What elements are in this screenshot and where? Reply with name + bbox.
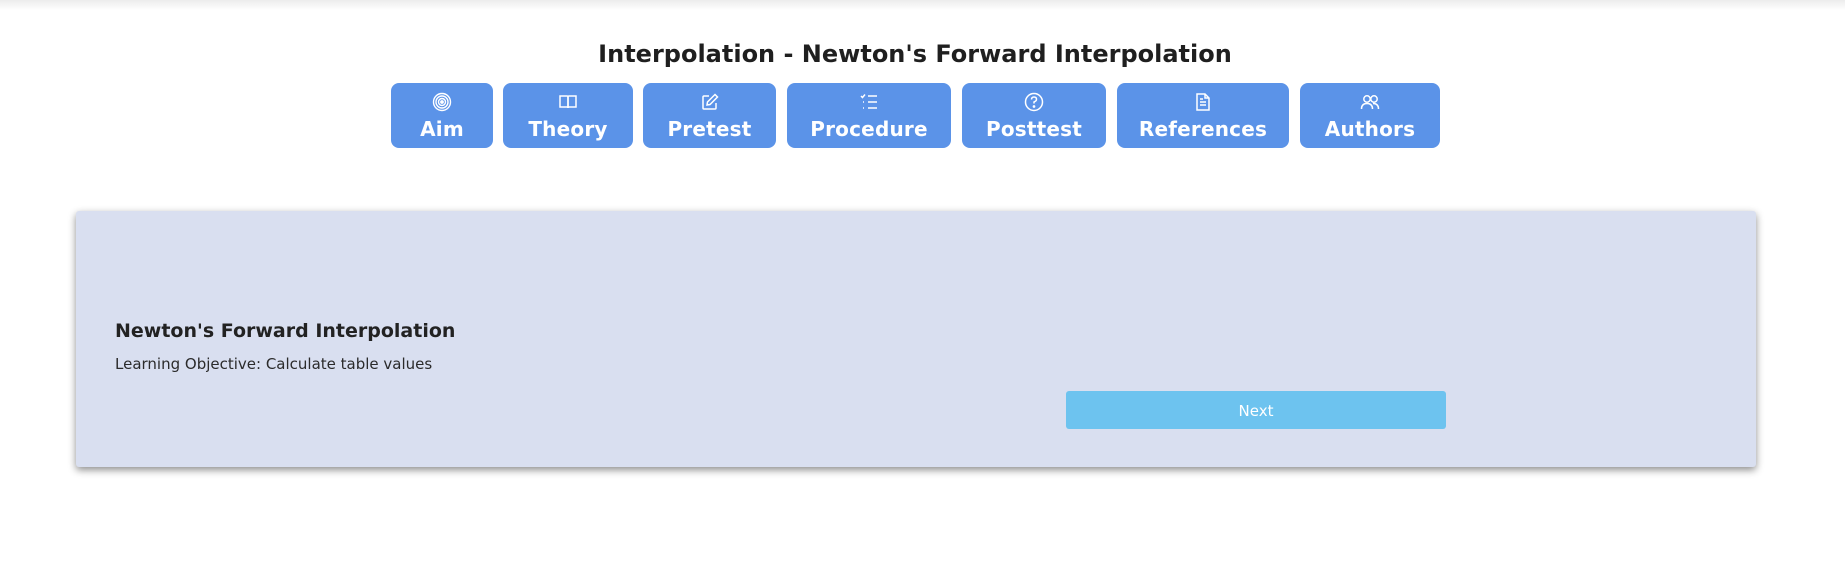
tab-theory[interactable]: Theory [503, 83, 633, 148]
tab-posttest[interactable]: Posttest [962, 83, 1106, 148]
nav-tabs: Aim Theory Pretest Procedure Posttest Re… [0, 83, 1845, 149]
top-shadow-bar [0, 0, 1845, 10]
document-icon [1117, 92, 1289, 112]
learning-objective: Learning Objective: Calculate table valu… [115, 355, 433, 373]
page-title: Interpolation - Newton's Forward Interpo… [598, 40, 1232, 68]
tab-label: Aim [420, 117, 464, 141]
people-icon [1300, 92, 1440, 112]
tab-procedure[interactable]: Procedure [787, 83, 951, 148]
tab-pretest[interactable]: Pretest [643, 83, 776, 148]
tab-label: Authors [1324, 117, 1416, 141]
content-card: Newton's Forward Interpolation Learning … [76, 211, 1756, 467]
checklist-icon [787, 92, 951, 112]
tab-label: Posttest [985, 117, 1083, 141]
edit-icon [643, 92, 776, 112]
book-icon [503, 92, 633, 112]
card-title: Newton's Forward Interpolation [115, 320, 456, 342]
tab-label: References [1138, 117, 1268, 141]
tab-label: Pretest [667, 117, 752, 141]
question-circle-icon [962, 92, 1106, 112]
target-icon [391, 92, 493, 112]
tab-references[interactable]: References [1117, 83, 1289, 148]
tab-label: Procedure [810, 117, 928, 141]
next-button[interactable]: Next [1066, 391, 1446, 429]
tab-aim[interactable]: Aim [391, 83, 493, 148]
tab-label: Theory [528, 117, 608, 141]
tab-authors[interactable]: Authors [1300, 83, 1440, 148]
